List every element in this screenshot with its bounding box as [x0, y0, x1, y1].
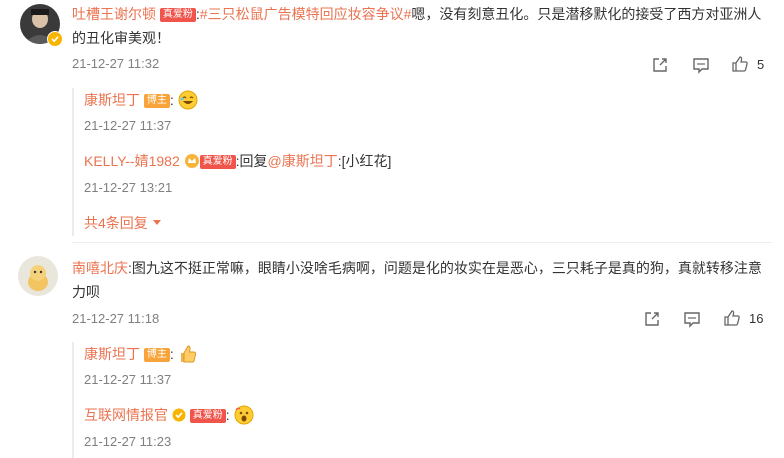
- fan-badge: 真爱粉: [189, 409, 226, 423]
- reply-thread-line: [72, 88, 74, 236]
- reply-text: [小红花]: [341, 153, 392, 169]
- comment-time: 21-12-27 11:18: [72, 311, 160, 326]
- shocked-emoji-icon: [234, 405, 254, 425]
- like-count: 5: [757, 57, 765, 72]
- reply-body: KELLY--婧1982 真爱粉:回复@康斯坦丁:[小红花]: [84, 149, 391, 173]
- comment-username[interactable]: 吐槽王谢尔顿: [72, 6, 156, 22]
- reply-username[interactable]: 康斯坦丁: [84, 92, 140, 108]
- host-badge: 博主: [143, 348, 170, 362]
- reply-time: 21-12-27 13:21: [84, 180, 173, 195]
- avatar[interactable]: [18, 256, 58, 296]
- mention-link[interactable]: @康斯坦丁: [268, 153, 338, 169]
- comment-icon[interactable]: [692, 56, 710, 74]
- thumbs-up-emoji-icon: [178, 344, 198, 364]
- reply-username[interactable]: 康斯坦丁: [84, 346, 140, 362]
- reply-body: 康斯坦丁 博主:: [84, 342, 198, 366]
- fan-badge: 真爱粉: [159, 8, 196, 22]
- reply-prefix: 回复: [239, 153, 268, 169]
- reply-body: 康斯坦丁 博主:: [84, 88, 198, 112]
- verified-badge-icon: [47, 31, 63, 47]
- comment-text: 图九这不挺正常嘛，眼睛小没啥毛病啊，问题是化的妆实在是恶心，三只耗子是真的狗，真…: [72, 260, 762, 300]
- like-count: 16: [749, 311, 764, 326]
- reply-body: 互联网情报官 真爱粉:: [84, 403, 254, 427]
- reply-time: 21-12-27 11:37: [84, 118, 172, 133]
- fan-badge: 真爱粉: [199, 155, 236, 169]
- more-replies-link[interactable]: 共4条回复: [84, 213, 162, 233]
- comment-body: 南嘻北庆:图九这不挺正常嘛，眼睛小没啥毛病啊，问题是化的妆实在是恶心，三只耗子是…: [72, 256, 772, 304]
- crown-icon: [184, 152, 200, 168]
- colon: :: [169, 346, 174, 362]
- host-badge: 博主: [143, 94, 170, 108]
- reply-thread-line: [72, 342, 74, 458]
- comment-icon[interactable]: [683, 310, 701, 328]
- laughing-emoji-icon: [178, 90, 198, 110]
- share-icon[interactable]: [643, 310, 661, 328]
- thumbs-up-icon[interactable]: [731, 55, 749, 73]
- comment-body: 吐槽王谢尔顿 真爱粉:#三只松鼠广告模特回应妆容争议#嗯，没有刻意丑化。只是潜移…: [72, 2, 762, 50]
- thumbs-up-icon[interactable]: [723, 309, 741, 327]
- caret-down-icon: [152, 214, 162, 230]
- reply-time: 21-12-27 11:37: [84, 372, 172, 387]
- reply-time: 21-12-27 11:23: [84, 434, 172, 449]
- topic-link[interactable]: #三只松鼠广告模特回应妆容争议#: [200, 6, 412, 22]
- colon: :: [169, 92, 174, 108]
- share-icon[interactable]: [651, 56, 669, 74]
- colon: :: [225, 407, 230, 423]
- comment-time: 21-12-27 11:32: [72, 56, 160, 71]
- reply-username[interactable]: KELLY--婧1982: [84, 153, 180, 169]
- more-replies-label: 共4条回复: [84, 215, 148, 231]
- comment-username[interactable]: 南嘻北庆: [72, 260, 128, 276]
- comment-divider: [72, 242, 772, 243]
- reply-username[interactable]: 互联网情报官: [84, 407, 168, 423]
- verified-badge-icon: [172, 405, 186, 422]
